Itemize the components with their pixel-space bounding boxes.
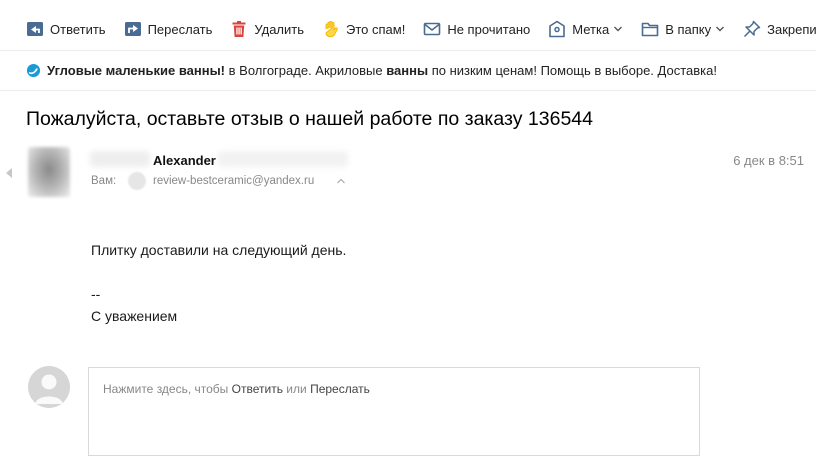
move-to-folder-label: В папку [665, 21, 712, 37]
folder-icon [641, 22, 659, 37]
toolbar-divider [0, 50, 816, 51]
chevron-up-icon[interactable] [336, 177, 346, 185]
recipient-email[interactable]: review-bestceramic@yandex.ru [153, 175, 314, 187]
move-to-folder-button[interactable]: В папку [641, 20, 725, 38]
message-date: 6 дек в 8:51 [733, 153, 804, 168]
sender-avatar[interactable] [28, 147, 70, 197]
forward-button[interactable]: Переслать [124, 20, 213, 38]
forward-label: Переслать [147, 21, 213, 37]
label-tag-icon [549, 20, 566, 38]
spam-button[interactable]: Это спам! [322, 20, 405, 38]
ad-text-2: по низким ценам! Помощь в выборе. Достав… [431, 63, 717, 78]
user-avatar [28, 366, 70, 408]
chevron-down-icon [716, 26, 725, 32]
ad-bold-word: ванны [386, 63, 429, 78]
envelope-icon [424, 22, 441, 36]
label-label: Метка [572, 21, 610, 37]
ad-text-1: в Волгограде. Акриловые [228, 63, 383, 78]
mark-unread-label: Не прочитано [447, 21, 531, 37]
quick-reply-box[interactable]: Нажмите здесь, чтобы Ответить или Пересл… [88, 367, 700, 456]
ad-title[interactable]: Угловые маленькие ванны! [47, 63, 225, 78]
ad-divider [0, 90, 816, 91]
collapse-arrow-icon[interactable] [6, 168, 12, 178]
forward-icon [124, 22, 141, 36]
recipient-label: Вам: [91, 175, 117, 187]
pin-icon [744, 20, 761, 38]
delete-label: Удалить [254, 21, 305, 37]
mark-unread-button[interactable]: Не прочитано [423, 20, 530, 38]
reply-button[interactable]: Ответить [26, 20, 106, 38]
reply-hint-prefix: Нажмите здесь, чтобы [103, 382, 229, 396]
message-body-text: Плитку доставили на следующий день. [91, 242, 347, 258]
reply-icon [27, 22, 43, 36]
reply-hint-or: или [286, 382, 307, 396]
delete-button[interactable]: Удалить [230, 20, 304, 38]
quick-forward-link[interactable]: Переслать [310, 382, 370, 396]
sender-name[interactable]: Alexander [153, 153, 216, 168]
recipient-avatar [128, 172, 146, 190]
ad-logo-icon [26, 63, 41, 78]
redacted-sender-address [218, 151, 348, 167]
chevron-down-icon [614, 26, 623, 32]
label-button[interactable]: Метка [548, 20, 623, 38]
signature-text: С уважением [91, 308, 178, 324]
ad-banner[interactable]: Угловые маленькие ванны! в Волгограде. А… [26, 63, 717, 78]
message-subject: Пожалуйста, оставьте отзыв о нашей работ… [26, 108, 593, 130]
signature-separator: -- [91, 286, 101, 302]
reply-label: Ответить [50, 21, 106, 37]
trash-icon [232, 21, 246, 37]
spam-hand-icon [325, 21, 338, 37]
pin-label: Закрепить [767, 21, 816, 37]
pin-button[interactable]: Закрепить [743, 20, 816, 38]
quick-reply-link[interactable]: Ответить [232, 382, 283, 396]
quick-reply-hint: Нажмите здесь, чтобы Ответить или Пересл… [103, 382, 370, 396]
user-silhouette-icon [28, 366, 70, 408]
spam-label: Это спам! [346, 21, 406, 37]
redacted-sender-info [90, 151, 150, 167]
